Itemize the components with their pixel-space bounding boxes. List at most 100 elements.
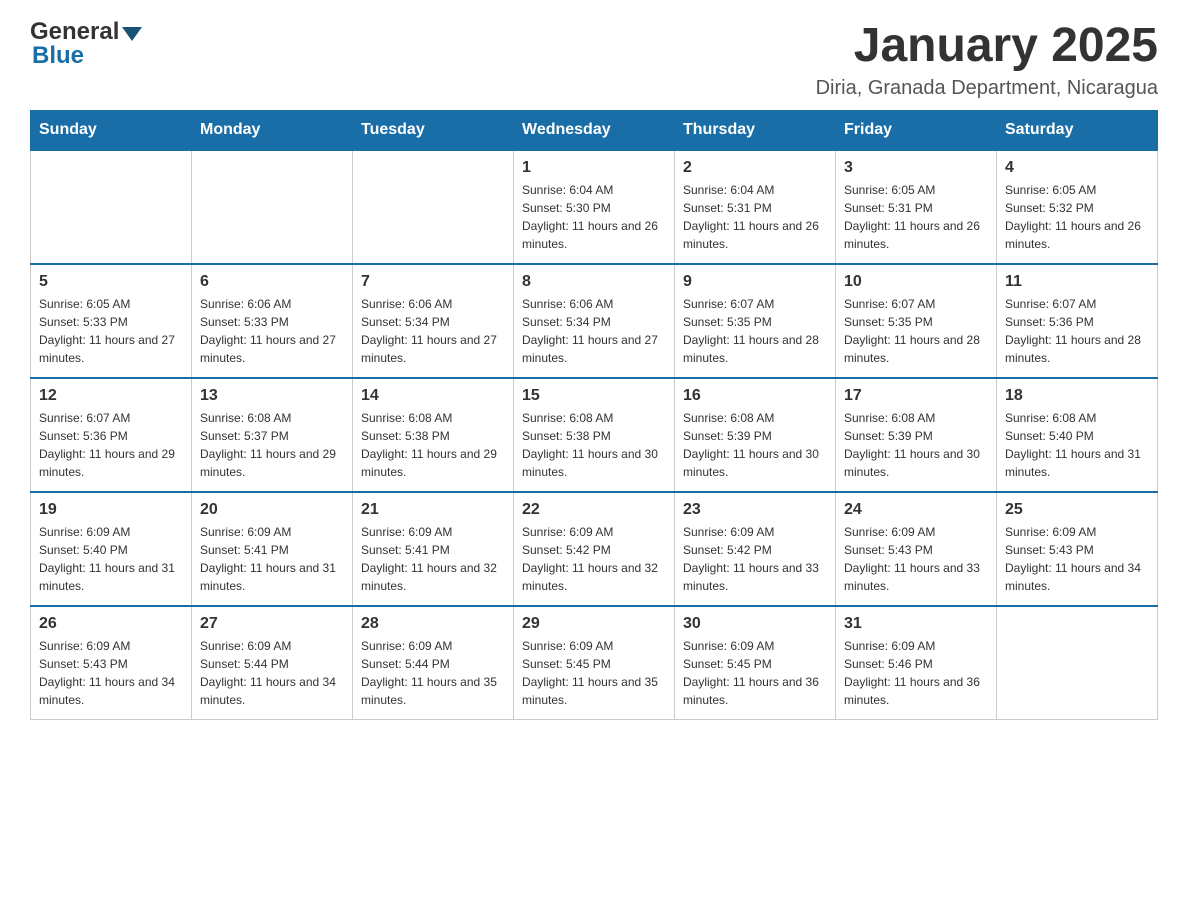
day-info: Sunrise: 6:04 AMSunset: 5:30 PMDaylight:…	[522, 181, 666, 253]
calendar-week-row: 19 Sunrise: 6:09 AMSunset: 5:40 PMDayligh…	[31, 492, 1158, 606]
logo: General Blue	[30, 20, 145, 70]
day-number: 8	[522, 273, 666, 291]
calendar-cell: 5 Sunrise: 6:05 AMSunset: 5:33 PMDaylight…	[31, 264, 192, 378]
day-number: 9	[683, 273, 827, 291]
logo-blue-text: Blue	[32, 42, 84, 69]
day-info: Sunrise: 6:08 AMSunset: 5:39 PMDaylight:…	[683, 409, 827, 481]
day-info: Sunrise: 6:05 AMSunset: 5:32 PMDaylight:…	[1005, 181, 1149, 253]
calendar-cell: 8 Sunrise: 6:06 AMSunset: 5:34 PMDaylight…	[514, 264, 675, 378]
day-number: 15	[522, 387, 666, 405]
day-info: Sunrise: 6:05 AMSunset: 5:31 PMDaylight:…	[844, 181, 988, 253]
day-info: Sunrise: 6:06 AMSunset: 5:34 PMDaylight:…	[361, 295, 505, 367]
day-info: Sunrise: 6:08 AMSunset: 5:38 PMDaylight:…	[522, 409, 666, 481]
day-number: 1	[522, 159, 666, 177]
day-number: 6	[200, 273, 344, 291]
day-info: Sunrise: 6:06 AMSunset: 5:34 PMDaylight:…	[522, 295, 666, 367]
calendar-cell: 23 Sunrise: 6:09 AMSunset: 5:42 PMDayligh…	[675, 492, 836, 606]
day-number: 23	[683, 501, 827, 519]
calendar-header-thursday: Thursday	[675, 110, 836, 150]
day-number: 19	[39, 501, 183, 519]
calendar-cell	[31, 150, 192, 264]
calendar-cell: 11 Sunrise: 6:07 AMSunset: 5:36 PMDayligh…	[997, 264, 1158, 378]
day-number: 20	[200, 501, 344, 519]
day-number: 27	[200, 615, 344, 633]
day-info: Sunrise: 6:07 AMSunset: 5:35 PMDaylight:…	[683, 295, 827, 367]
calendar-week-row: 5 Sunrise: 6:05 AMSunset: 5:33 PMDaylight…	[31, 264, 1158, 378]
day-number: 14	[361, 387, 505, 405]
day-number: 2	[683, 159, 827, 177]
calendar-header-saturday: Saturday	[997, 110, 1158, 150]
calendar-cell: 7 Sunrise: 6:06 AMSunset: 5:34 PMDaylight…	[353, 264, 514, 378]
day-number: 30	[683, 615, 827, 633]
day-number: 26	[39, 615, 183, 633]
day-info: Sunrise: 6:07 AMSunset: 5:35 PMDaylight:…	[844, 295, 988, 367]
calendar-cell: 12Sunrise: 6:07 AMSunset: 5:36 PMDayligh…	[31, 378, 192, 492]
calendar-cell: 18Sunrise: 6:08 AMSunset: 5:40 PMDayligh…	[997, 378, 1158, 492]
day-number: 7	[361, 273, 505, 291]
day-info: Sunrise: 6:09 AMSunset: 5:41 PMDaylight:…	[200, 523, 344, 595]
month-title: January 2025	[816, 20, 1158, 73]
calendar-cell: 24 Sunrise: 6:09 AMSunset: 5:43 PMDayligh…	[836, 492, 997, 606]
calendar-cell: 2 Sunrise: 6:04 AMSunset: 5:31 PMDaylight…	[675, 150, 836, 264]
day-number: 13	[200, 387, 344, 405]
day-number: 25	[1005, 501, 1149, 519]
calendar-cell: 20 Sunrise: 6:09 AMSunset: 5:41 PMDayligh…	[192, 492, 353, 606]
day-number: 29	[522, 615, 666, 633]
calendar-cell: 26 Sunrise: 6:09 AMSunset: 5:43 PMDayligh…	[31, 606, 192, 720]
location-text: Diria, Granada Department, Nicaragua	[816, 77, 1158, 100]
day-info: Sunrise: 6:06 AMSunset: 5:33 PMDaylight:…	[200, 295, 344, 367]
calendar-header-sunday: Sunday	[31, 110, 192, 150]
day-info: Sunrise: 6:09 AMSunset: 5:44 PMDaylight:…	[361, 637, 505, 709]
day-number: 24	[844, 501, 988, 519]
page-header: General Blue January 2025 Diria, Granada…	[30, 20, 1158, 100]
calendar-cell: 19 Sunrise: 6:09 AMSunset: 5:40 PMDayligh…	[31, 492, 192, 606]
day-info: Sunrise: 6:09 AMSunset: 5:44 PMDaylight:…	[200, 637, 344, 709]
calendar-cell: 28 Sunrise: 6:09 AMSunset: 5:44 PMDayligh…	[353, 606, 514, 720]
day-number: 16	[683, 387, 827, 405]
day-info: Sunrise: 6:09 AMSunset: 5:41 PMDaylight:…	[361, 523, 505, 595]
day-info: Sunrise: 6:08 AMSunset: 5:38 PMDaylight:…	[361, 409, 505, 481]
calendar-cell	[353, 150, 514, 264]
calendar-header-monday: Monday	[192, 110, 353, 150]
calendar-cell: 21Sunrise: 6:09 AMSunset: 5:41 PMDayligh…	[353, 492, 514, 606]
day-info: Sunrise: 6:09 AMSunset: 5:43 PMDaylight:…	[844, 523, 988, 595]
day-info: Sunrise: 6:09 AMSunset: 5:42 PMDaylight:…	[683, 523, 827, 595]
calendar-cell: 15 Sunrise: 6:08 AMSunset: 5:38 PMDayligh…	[514, 378, 675, 492]
calendar-cell: 22 Sunrise: 6:09 AMSunset: 5:42 PMDayligh…	[514, 492, 675, 606]
calendar-cell: 27 Sunrise: 6:09 AMSunset: 5:44 PMDayligh…	[192, 606, 353, 720]
calendar-cell: 9 Sunrise: 6:07 AMSunset: 5:35 PMDaylight…	[675, 264, 836, 378]
calendar-cell: 3Sunrise: 6:05 AMSunset: 5:31 PMDaylight…	[836, 150, 997, 264]
calendar-cell: 29 Sunrise: 6:09 AMSunset: 5:45 PMDayligh…	[514, 606, 675, 720]
calendar-cell	[997, 606, 1158, 720]
day-info: Sunrise: 6:04 AMSunset: 5:31 PMDaylight:…	[683, 181, 827, 253]
day-info: Sunrise: 6:05 AMSunset: 5:33 PMDaylight:…	[39, 295, 183, 367]
calendar-cell: 1 Sunrise: 6:04 AMSunset: 5:30 PMDaylight…	[514, 150, 675, 264]
calendar-header-row: SundayMondayTuesdayWednesdayThursdayFrid…	[31, 110, 1158, 150]
day-info: Sunrise: 6:09 AMSunset: 5:45 PMDaylight:…	[683, 637, 827, 709]
day-info: Sunrise: 6:09 AMSunset: 5:42 PMDaylight:…	[522, 523, 666, 595]
calendar-cell: 14 Sunrise: 6:08 AMSunset: 5:38 PMDayligh…	[353, 378, 514, 492]
day-number: 28	[361, 615, 505, 633]
calendar-week-row: 1 Sunrise: 6:04 AMSunset: 5:30 PMDaylight…	[31, 150, 1158, 264]
day-info: Sunrise: 6:08 AMSunset: 5:37 PMDaylight:…	[200, 409, 344, 481]
calendar-cell: 25 Sunrise: 6:09 AMSunset: 5:43 PMDayligh…	[997, 492, 1158, 606]
day-info: Sunrise: 6:09 AMSunset: 5:43 PMDaylight:…	[1005, 523, 1149, 595]
day-info: Sunrise: 6:09 AMSunset: 5:45 PMDaylight:…	[522, 637, 666, 709]
calendar-week-row: 26 Sunrise: 6:09 AMSunset: 5:43 PMDayligh…	[31, 606, 1158, 720]
day-number: 11	[1005, 273, 1149, 291]
calendar-cell: 13 Sunrise: 6:08 AMSunset: 5:37 PMDayligh…	[192, 378, 353, 492]
day-info: Sunrise: 6:09 AMSunset: 5:40 PMDaylight:…	[39, 523, 183, 595]
day-number: 5	[39, 273, 183, 291]
calendar-header-tuesday: Tuesday	[353, 110, 514, 150]
day-info: Sunrise: 6:09 AMSunset: 5:43 PMDaylight:…	[39, 637, 183, 709]
day-number: 22	[522, 501, 666, 519]
calendar-cell: 31Sunrise: 6:09 AMSunset: 5:46 PMDayligh…	[836, 606, 997, 720]
logo-triangle-icon	[122, 27, 142, 41]
calendar-header-wednesday: Wednesday	[514, 110, 675, 150]
calendar-week-row: 12Sunrise: 6:07 AMSunset: 5:36 PMDayligh…	[31, 378, 1158, 492]
calendar-cell: 16 Sunrise: 6:08 AMSunset: 5:39 PMDayligh…	[675, 378, 836, 492]
day-info: Sunrise: 6:07 AMSunset: 5:36 PMDaylight:…	[1005, 295, 1149, 367]
day-info: Sunrise: 6:08 AMSunset: 5:39 PMDaylight:…	[844, 409, 988, 481]
calendar-header-friday: Friday	[836, 110, 997, 150]
logo-general-text: General	[30, 20, 119, 44]
